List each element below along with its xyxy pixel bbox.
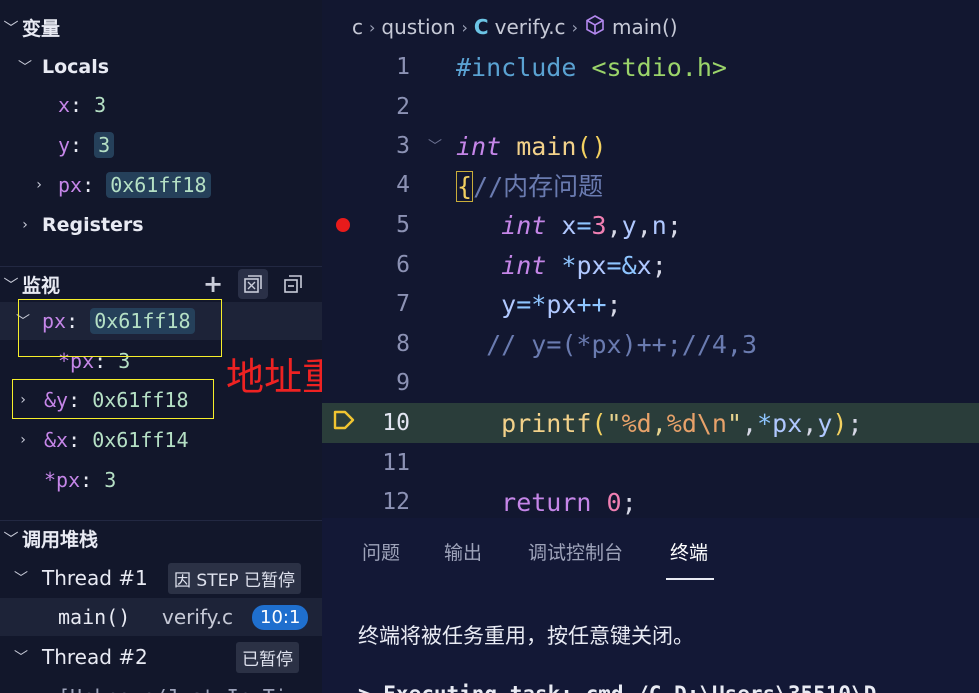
terminal-message: 终端将被任务重用，按任意键关闭。	[358, 624, 694, 648]
current-execution-line[interactable]: 10 printf("%d,%d\n",*px,y);	[322, 403, 979, 443]
code-line[interactable]: 8 // y=(*px)++;//4,3	[322, 324, 979, 364]
thread-label: Thread #1	[42, 566, 148, 590]
chevron-down-icon: ﹀	[3, 275, 19, 294]
breadcrumb-folder[interactable]: qustion	[381, 15, 455, 39]
annotation-box-addr-y	[12, 379, 214, 419]
annotation-box-px	[18, 299, 222, 357]
line-number: 11	[382, 450, 410, 476]
code-line[interactable]: 3 ﹀ int main()	[322, 126, 979, 166]
collapse-all-icon[interactable]	[278, 269, 308, 299]
code-line[interactable]: 5 int x=3,y,n;	[322, 205, 979, 245]
watch-section-header[interactable]: ﹀ 监视 +	[0, 266, 322, 301]
line-number: 3	[396, 133, 410, 159]
terminal-command: > Executing task: cmd /C D:\Users\35510\…	[358, 682, 876, 693]
thread-status-badge: 因 STEP 已暂停	[168, 562, 301, 594]
chevron-down-icon: ﹀	[14, 650, 28, 666]
line-number: 8	[396, 331, 410, 357]
frame-function: main()	[58, 605, 131, 629]
watch-title: 监视	[22, 274, 61, 297]
c-file-icon: C	[473, 15, 489, 39]
bottom-panel: 问题 输出 调试控制台 终端 终端将被任务重用，按任意键关闭。 > Execut…	[322, 518, 979, 693]
registers-title: Registers	[42, 214, 144, 236]
line-number: 10	[382, 410, 410, 436]
line-number: 1	[396, 54, 410, 80]
line-number: 9	[396, 370, 410, 396]
chevron-right-icon: ›	[369, 17, 376, 37]
watch-item-addr-x[interactable]: › &x : 0x61ff14	[0, 421, 322, 459]
chevron-down-icon: ﹀	[3, 18, 19, 37]
code-line[interactable]: 9	[322, 363, 979, 403]
chevron-down-icon: ﹀	[14, 571, 28, 587]
variables-title: 变量	[22, 17, 61, 40]
tab-problems[interactable]: 问题	[362, 538, 400, 565]
variable-x[interactable]: x : 3	[0, 86, 322, 124]
line-number: 12	[382, 489, 410, 515]
chevron-right-icon: ›	[571, 17, 578, 37]
chevron-right-icon: ›	[461, 17, 468, 37]
watch-expression: *px	[44, 468, 81, 492]
stack-frame-main[interactable]: main() verify.c 10:1	[0, 598, 322, 636]
callstack-section-header[interactable]: ﹀ 调用堆栈	[0, 520, 322, 555]
tab-output[interactable]: 输出	[444, 538, 482, 565]
breadcrumb-file[interactable]: verify.c	[495, 15, 566, 39]
chevron-right-icon[interactable]: ›	[14, 432, 32, 448]
breadcrumb-root[interactable]: c	[352, 15, 363, 39]
refresh-icon[interactable]	[238, 269, 268, 299]
debug-current-line-icon	[332, 408, 356, 438]
variable-value: 3	[94, 93, 107, 117]
variable-name: px	[58, 173, 83, 197]
line-number: 7	[396, 291, 410, 317]
breadcrumb-symbol[interactable]: main()	[612, 15, 678, 39]
thread-2[interactable]: ﹀ Thread #2 已暂停	[0, 638, 322, 676]
fold-chevron-icon[interactable]: ﹀	[428, 136, 442, 156]
callstack-title: 调用堆栈	[22, 528, 99, 551]
locals-scope[interactable]: ﹀ Locals	[0, 48, 322, 86]
watch-item-deref-px-2[interactable]: *px : 3	[0, 461, 322, 499]
code-line[interactable]: 6 int *px=&x;	[322, 245, 979, 285]
variable-name: x	[58, 93, 71, 117]
watch-value: 3	[104, 468, 117, 492]
frame-file: verify.c	[162, 605, 233, 629]
chevron-down-icon: ﹀	[18, 60, 32, 76]
cube-icon	[584, 14, 606, 41]
code-line[interactable]: 12 return 0;	[322, 482, 979, 518]
locals-title: Locals	[42, 56, 110, 78]
code-line[interactable]: 7 y=*px++;	[322, 284, 979, 324]
line-number: 4	[396, 172, 410, 198]
tab-terminal[interactable]: 终端	[670, 538, 708, 565]
line-number: 2	[396, 94, 410, 120]
watch-value: 0x61ff14	[92, 428, 189, 452]
frame-function: [Unknown/Just-In-Ti	[58, 685, 287, 693]
chevron-right-icon: ›	[22, 217, 28, 233]
code-line[interactable]: 11	[322, 443, 979, 483]
thread-label: Thread #2	[42, 645, 148, 669]
chevron-down-icon: ﹀	[3, 529, 19, 548]
thread-status-badge: 已暂停	[236, 641, 299, 673]
chevron-right-icon[interactable]: ›	[30, 177, 48, 193]
stack-frame-unknown[interactable]: [Unknown/Just-In-Ti	[0, 678, 322, 693]
tab-debug-console[interactable]: 调试控制台	[528, 538, 623, 565]
variable-value: 3	[94, 132, 115, 158]
registers-scope[interactable]: › Registers	[0, 206, 322, 244]
variables-section-header[interactable]: ﹀ 变量	[0, 10, 322, 44]
variable-px[interactable]: › px : 0x61ff18	[0, 166, 322, 204]
variable-value: 0x61ff18	[106, 172, 211, 198]
variable-y[interactable]: y : 3	[0, 126, 322, 164]
code-editor[interactable]: c › qustion › C verify.c › main() 1 #inc…	[322, 0, 979, 518]
thread-1[interactable]: ﹀ Thread #1 因 STEP 已暂停	[0, 559, 322, 597]
variable-name: y	[58, 133, 71, 157]
watch-expression: &x	[44, 428, 69, 452]
code-line[interactable]: 4 {//内存问题	[322, 165, 979, 205]
code-line[interactable]: 2	[322, 87, 979, 127]
breadcrumb: c › qustion › C verify.c › main()	[352, 8, 678, 46]
line-number: 5	[396, 212, 410, 238]
breakpoint-icon[interactable]	[336, 218, 350, 232]
add-expression-icon[interactable]: +	[198, 269, 228, 299]
line-number: 6	[396, 252, 410, 278]
code-line[interactable]: 1 #include <stdio.h>	[322, 47, 979, 87]
frame-position-badge: 10:1	[252, 604, 309, 630]
active-tab-indicator	[666, 578, 714, 580]
